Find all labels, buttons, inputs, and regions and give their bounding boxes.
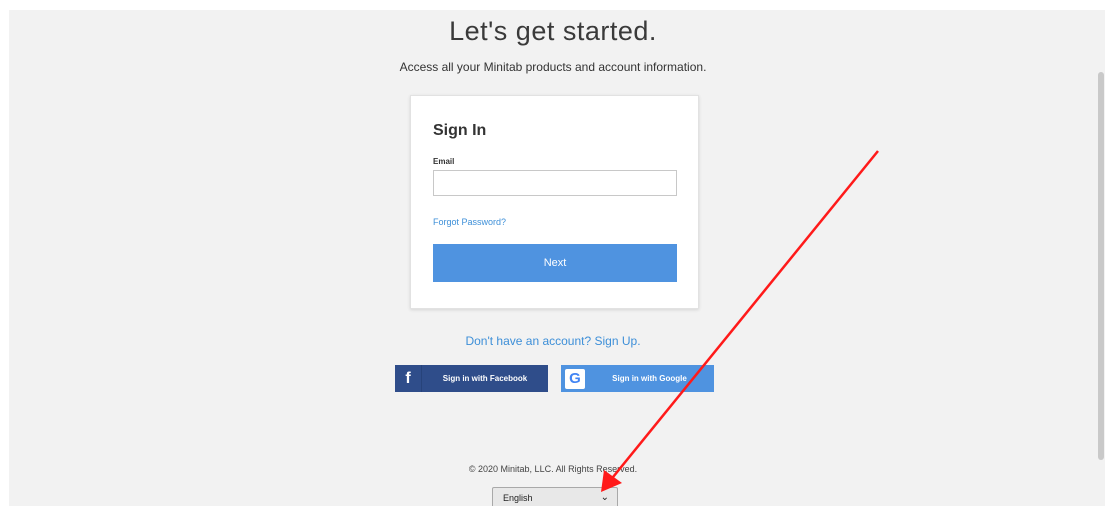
language-select[interactable]: English ⌄ bbox=[492, 487, 618, 506]
email-label: Email bbox=[433, 157, 455, 166]
signin-card: Sign In Email Forgot Password? Next bbox=[410, 95, 699, 309]
signin-title: Sign In bbox=[433, 122, 487, 139]
facebook-icon: f bbox=[395, 365, 422, 392]
page-headline: Let's get started. bbox=[449, 16, 657, 46]
page-viewport: Let's get started. Access all your Minit… bbox=[9, 10, 1097, 506]
next-button[interactable]: Next bbox=[433, 244, 677, 282]
vertical-scrollbar[interactable] bbox=[1097, 10, 1105, 506]
google-signin-button[interactable]: G Sign in with Google bbox=[561, 365, 714, 392]
forgot-password-link[interactable]: Forgot Password? bbox=[433, 217, 506, 227]
facebook-signin-button[interactable]: f Sign in with Facebook bbox=[395, 365, 548, 392]
signup-link[interactable]: Don't have an account? Sign Up. bbox=[9, 334, 1097, 348]
language-select-value: English bbox=[503, 493, 533, 503]
email-field[interactable] bbox=[433, 170, 677, 196]
scrollbar-thumb[interactable] bbox=[1098, 72, 1104, 460]
page-subheadline: Access all your Minitab products and acc… bbox=[399, 60, 707, 74]
google-icon: G bbox=[565, 368, 585, 389]
facebook-signin-label: Sign in with Facebook bbox=[442, 374, 528, 383]
google-signin-label: Sign in with Google bbox=[612, 374, 687, 383]
chevron-down-icon: ⌄ bbox=[600, 492, 609, 503]
copyright-text: © 2020 Minitab, LLC. All Rights Reserved… bbox=[468, 464, 638, 474]
